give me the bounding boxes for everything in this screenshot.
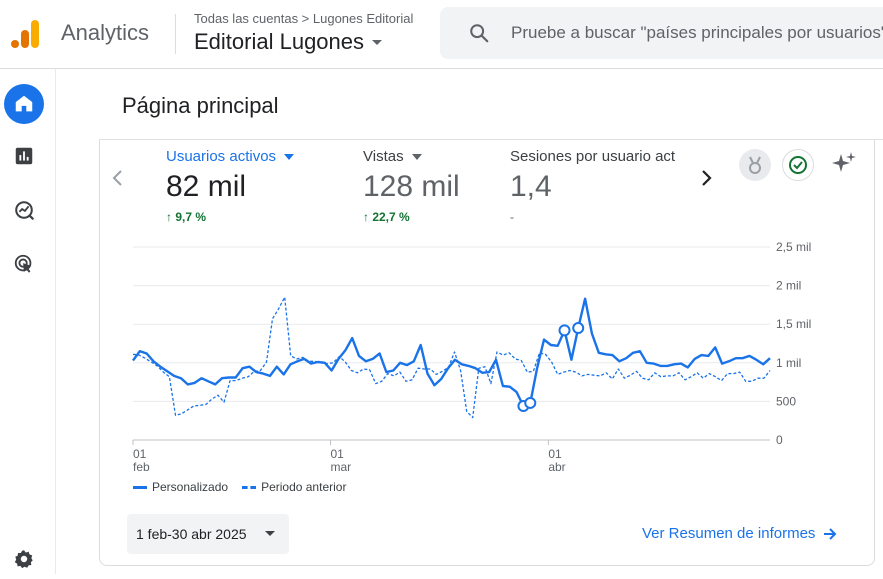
- top-bar: Analytics Todas las cuentas > Lugones Ed…: [0, 0, 883, 69]
- sidebar-item-home[interactable]: [4, 84, 44, 124]
- check-circle-icon: [789, 156, 807, 174]
- legend-item-personalizado[interactable]: Personalizado: [133, 480, 228, 494]
- anomaly-marker: [524, 396, 537, 409]
- y-tick-label: 1,5 mil: [776, 317, 811, 331]
- sidebar-item-settings[interactable]: [4, 539, 44, 579]
- breadcrumb[interactable]: Todas las cuentas > Lugones Editorial: [194, 11, 413, 26]
- metric-label-text: Vistas: [363, 148, 404, 165]
- metric-label: Vistas: [363, 148, 460, 165]
- caret-down-icon: [411, 153, 422, 160]
- metric-label-text: Usuarios activos: [166, 148, 277, 165]
- sidebar-item-reports[interactable]: [4, 136, 44, 176]
- chevron-left-icon[interactable]: [111, 168, 125, 188]
- page-title: Página principal: [122, 93, 279, 118]
- y-tick-label: 2 mil: [776, 279, 801, 293]
- metric-value: 82 mil: [166, 170, 247, 203]
- metric-change: -: [510, 210, 514, 224]
- metric-label: Sesiones por usuario act: [510, 148, 688, 165]
- report-link-label: Ver Resumen de informes: [642, 525, 816, 542]
- chevron-down-icon: [372, 39, 383, 45]
- y-tick-label: 1 mil: [776, 356, 801, 370]
- search-bar[interactable]: Pruebe a buscar "países principales por …: [440, 7, 883, 59]
- metric-active-users[interactable]: Usuarios activos 82 mil ↑ 9,7 %: [166, 148, 295, 224]
- x-tick-label: mar: [330, 460, 351, 474]
- series-line-personalizado: [132, 297, 771, 408]
- property-selector[interactable]: Editorial Lugones: [194, 29, 383, 55]
- metric-label-text: Sesiones por usuario act: [510, 148, 676, 165]
- x-tick-label: abr: [548, 460, 565, 474]
- chevron-right-icon[interactable]: [699, 168, 713, 188]
- metric-views[interactable]: Vistas 128 mil ↑ 22,7 %: [363, 148, 460, 224]
- metric-change: ↑ 9,7 %: [166, 210, 207, 224]
- app-name: Analytics: [61, 20, 150, 45]
- legend-label: Periodo anterior: [261, 480, 347, 494]
- legend-dashed-swatch: [242, 485, 257, 489]
- x-tick-label: 01: [133, 447, 147, 461]
- x-tick-label: 01: [330, 447, 344, 461]
- legend-solid-swatch: [133, 485, 147, 489]
- advertising-icon: [14, 254, 32, 273]
- metric-change: ↑ 22,7 %: [363, 210, 410, 224]
- reports-icon: [15, 147, 33, 165]
- anomaly-marker: [558, 324, 571, 337]
- caret-down-icon: [265, 531, 275, 536]
- home-icon: [15, 95, 33, 112]
- sidebar-item-explore[interactable]: [4, 190, 44, 230]
- settings-icon: [14, 550, 33, 569]
- metric-label: Usuarios activos: [166, 148, 295, 165]
- chart-legend: Personalizado Periodo anterior: [133, 480, 360, 494]
- date-range-selector[interactable]: 1 feb-30 abr 2025: [127, 514, 289, 554]
- anomaly-marker: [572, 322, 585, 335]
- metric-value: 1,4: [510, 170, 552, 203]
- y-tick-label: 500: [776, 394, 796, 408]
- property-name: Editorial Lugones: [194, 29, 365, 54]
- legend-label: Personalizado: [152, 480, 229, 494]
- legend-item-periodo-anterior[interactable]: Periodo anterior: [242, 480, 346, 494]
- y-tick-label: 0: [776, 433, 783, 447]
- x-tick-label: feb: [133, 460, 150, 474]
- main-content: Página principal Usuarios activos 82 mil…: [57, 69, 883, 574]
- metric-sessions-per-user[interactable]: Sesiones por usuario act 1,4 -: [510, 148, 688, 224]
- medal-badge-icon[interactable]: [739, 149, 771, 181]
- overview-card: Usuarios activos 82 mil ↑ 9,7 % Vistas 1…: [99, 140, 875, 566]
- date-range-label: 1 feb-30 abr 2025: [136, 526, 247, 542]
- search-placeholder: Pruebe a buscar "países principales por …: [511, 23, 883, 42]
- check-badge-icon[interactable]: [782, 149, 814, 181]
- line-chart[interactable]: 05001 mil1,5 mil2 mil2,5 mil01feb01mar01…: [100, 236, 876, 476]
- medal-icon: [749, 156, 761, 174]
- search-icon: [470, 24, 489, 43]
- header-divider: [175, 14, 176, 54]
- sidebar-item-advertising[interactable]: [4, 244, 44, 284]
- analytics-logo-icon[interactable]: [10, 18, 40, 50]
- explore-icon: [15, 201, 34, 220]
- view-report-summary-link[interactable]: Ver Resumen de informes: [642, 525, 837, 542]
- series-line-periodo-anterior: [132, 296, 771, 419]
- y-tick-label: 2,5 mil: [776, 240, 811, 254]
- sparkle-insights-icon[interactable]: [830, 150, 858, 178]
- caret-down-icon: [284, 153, 295, 160]
- arrow-right-icon: [824, 527, 837, 540]
- sidebar: [0, 69, 56, 574]
- metric-value: 128 mil: [363, 170, 460, 203]
- x-tick-label: 01: [548, 447, 562, 461]
